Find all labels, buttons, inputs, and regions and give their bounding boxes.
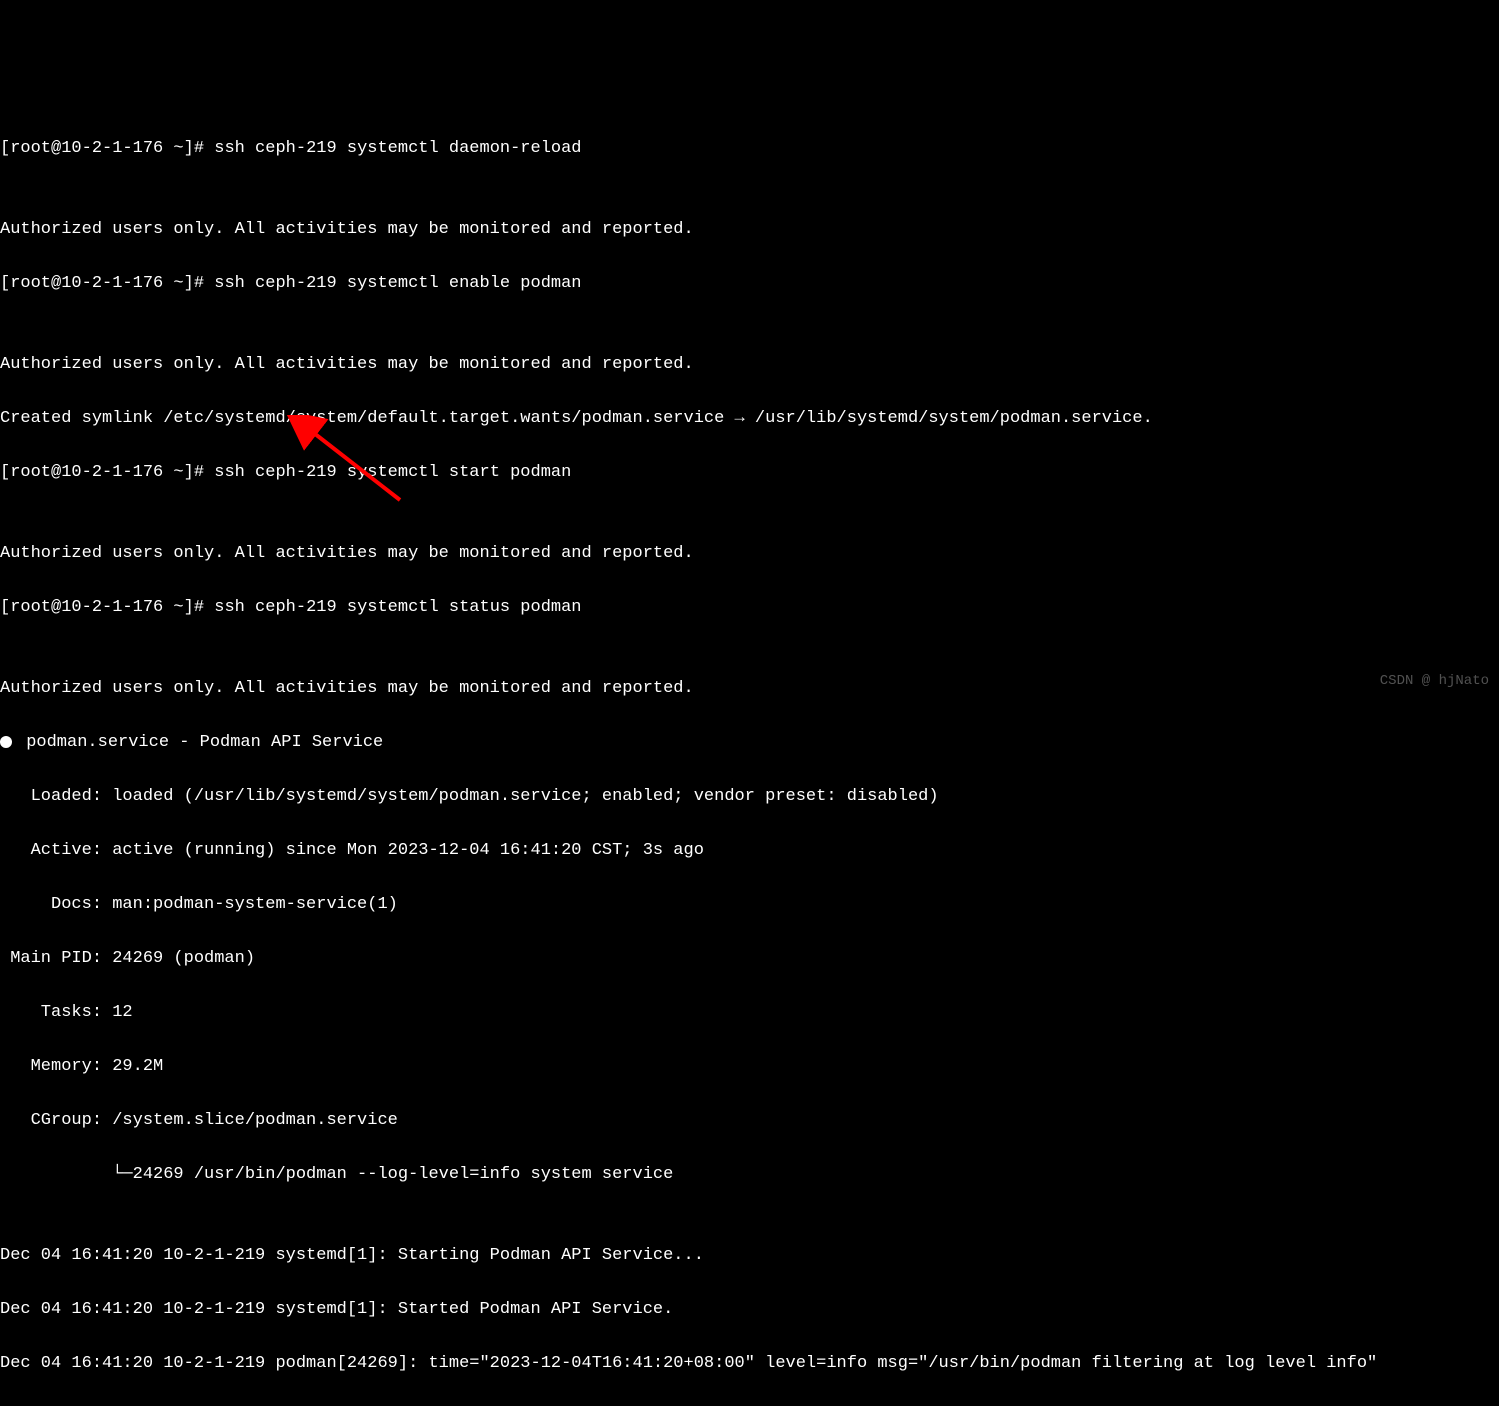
- shell-prompt: [root@10-2-1-176 ~]#: [0, 463, 214, 482]
- status-docs: Docs: man:podman-system-service(1): [0, 891, 1499, 918]
- output-line: Authorized users only. All activities ma…: [0, 216, 1499, 243]
- output-line: Authorized users only. All activities ma…: [0, 540, 1499, 567]
- output-line: Authorized users only. All activities ma…: [0, 351, 1499, 378]
- status-process: └─24269 /usr/bin/podman --log-level=info…: [0, 1161, 1499, 1188]
- status-tasks: Tasks: 12: [0, 999, 1499, 1026]
- prompt-line: [root@10-2-1-176 ~]# ssh ceph-219 system…: [0, 459, 1499, 486]
- status-active: Active: active (running) since Mon 2023-…: [0, 837, 1499, 864]
- prompt-line: [root@10-2-1-176 ~]# ssh ceph-219 system…: [0, 135, 1499, 162]
- shell-prompt: [root@10-2-1-176 ~]#: [0, 598, 214, 617]
- status-memory: Memory: 29.2M: [0, 1053, 1499, 1080]
- command-text: ssh ceph-219 systemctl enable podman: [214, 274, 581, 293]
- output-line: Authorized users only. All activities ma…: [0, 675, 1499, 702]
- command-text: ssh ceph-219 systemctl daemon-reload: [214, 139, 581, 158]
- shell-prompt: [root@10-2-1-176 ~]#: [0, 139, 214, 158]
- prompt-line: [root@10-2-1-176 ~]# ssh ceph-219 system…: [0, 594, 1499, 621]
- command-text: ssh ceph-219 systemctl start podman: [214, 463, 571, 482]
- service-name: podman.service - Podman API Service: [16, 733, 383, 752]
- log-line: Dec 04 16:41:20 10-2-1-219 podman[24269]…: [0, 1350, 1499, 1377]
- log-line: Dec 04 16:41:20 10-2-1-219 systemd[1]: S…: [0, 1296, 1499, 1323]
- output-line: Created symlink /etc/systemd/system/defa…: [0, 405, 1499, 432]
- status-bullet-icon: [0, 736, 12, 748]
- log-line: Dec 04 16:41:20 10-2-1-219 systemd[1]: S…: [0, 1242, 1499, 1269]
- status-mainpid: Main PID: 24269 (podman): [0, 945, 1499, 972]
- prompt-line: [root@10-2-1-176 ~]# ssh ceph-219 system…: [0, 270, 1499, 297]
- status-loaded: Loaded: loaded (/usr/lib/systemd/system/…: [0, 783, 1499, 810]
- status-cgroup: CGroup: /system.slice/podman.service: [0, 1107, 1499, 1134]
- command-text: ssh ceph-219 systemctl status podman: [214, 598, 581, 617]
- watermark-text: CSDN @ hjNato: [1380, 668, 1489, 695]
- service-header: podman.service - Podman API Service: [0, 729, 1499, 756]
- terminal-output: [root@10-2-1-176 ~]# ssh ceph-219 system…: [0, 108, 1499, 1404]
- shell-prompt: [root@10-2-1-176 ~]#: [0, 274, 214, 293]
